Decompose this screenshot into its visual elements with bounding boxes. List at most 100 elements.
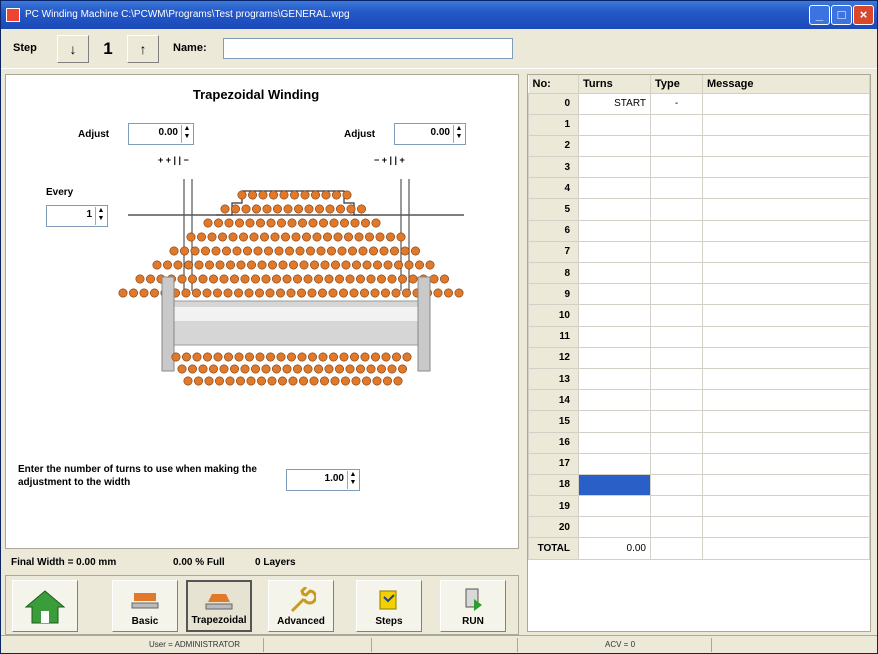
turns-cell[interactable] <box>578 113 651 136</box>
type-cell[interactable] <box>650 240 703 264</box>
message-cell[interactable] <box>702 325 870 348</box>
message-cell[interactable] <box>702 495 870 518</box>
table-row[interactable]: 13 <box>528 367 870 391</box>
type-cell[interactable] <box>650 177 703 200</box>
type-cell[interactable] <box>650 134 703 158</box>
turns-cell[interactable] <box>578 495 651 518</box>
message-cell[interactable] <box>702 177 870 200</box>
step-down-button[interactable]: ↓ <box>57 35 89 63</box>
turns-cell[interactable] <box>578 367 651 391</box>
message-cell[interactable] <box>702 134 870 158</box>
message-cell[interactable] <box>702 113 870 136</box>
turns-cell[interactable] <box>578 389 651 412</box>
maximize-button[interactable]: □ <box>831 5 852 25</box>
table-row[interactable]: 16 <box>528 431 870 454</box>
type-cell[interactable] <box>650 452 703 475</box>
type-cell[interactable] <box>650 198 703 221</box>
type-cell[interactable] <box>650 389 703 412</box>
turns-cell[interactable] <box>578 452 651 475</box>
table-row[interactable]: 5 <box>528 198 870 221</box>
steps-button[interactable]: Steps <box>356 580 422 632</box>
table-row[interactable]: 14 <box>528 389 870 412</box>
table-row[interactable]: 18 <box>528 473 870 497</box>
table-row[interactable]: 11 <box>528 325 870 348</box>
step-up-button[interactable]: ↑ <box>127 35 159 63</box>
turns-cell[interactable] <box>578 473 651 497</box>
message-cell[interactable] <box>702 156 870 179</box>
table-row[interactable]: 7 <box>528 240 870 264</box>
table-row[interactable]: 12 <box>528 346 870 369</box>
type-cell[interactable] <box>650 304 703 327</box>
turns-cell[interactable] <box>578 304 651 327</box>
table-row[interactable]: 9 <box>528 283 870 306</box>
message-cell[interactable] <box>702 367 870 391</box>
type-cell[interactable] <box>650 113 703 136</box>
table-row[interactable]: 8 <box>528 261 870 285</box>
basic-button[interactable]: Basic <box>112 580 178 632</box>
spinner-arrows-icon[interactable]: ▲ ▼ <box>181 125 192 143</box>
trapezoidal-button[interactable]: Trapezoidal <box>186 580 252 632</box>
turns-cell[interactable] <box>578 219 651 242</box>
type-cell[interactable] <box>650 431 703 454</box>
type-cell[interactable] <box>650 261 703 285</box>
turns-cell[interactable] <box>578 283 651 306</box>
type-cell[interactable] <box>650 346 703 369</box>
table-row[interactable]: 10 <box>528 304 870 327</box>
type-cell[interactable] <box>650 325 703 348</box>
name-input[interactable] <box>223 38 513 59</box>
table-row[interactable]: 19 <box>528 495 870 518</box>
turns-cell[interactable] <box>578 177 651 200</box>
adjust-right-spinner[interactable]: 0.00 ▲ ▼ <box>394 123 466 145</box>
type-cell[interactable] <box>650 473 703 497</box>
table-row[interactable]: 1 <box>528 113 870 136</box>
table-row[interactable]: 6 <box>528 219 870 242</box>
type-cell[interactable] <box>650 156 703 179</box>
turns-cell[interactable] <box>578 261 651 285</box>
advanced-button[interactable]: Advanced <box>268 580 334 632</box>
title-bar[interactable]: PC Winding Machine C:\PCWM\Programs\Test… <box>1 1 877 29</box>
table-row[interactable]: 2 <box>528 134 870 158</box>
message-cell[interactable] <box>702 346 870 369</box>
spinner-arrows-icon[interactable]: ▲ ▼ <box>347 471 358 489</box>
type-cell[interactable] <box>650 367 703 391</box>
message-cell[interactable] <box>702 219 870 242</box>
message-cell[interactable] <box>702 516 870 539</box>
table-row[interactable]: 17 <box>528 452 870 475</box>
type-cell[interactable] <box>650 516 703 539</box>
table-row[interactable]: 0 START - <box>528 92 870 115</box>
turns-cell[interactable] <box>578 516 651 539</box>
message-cell[interactable] <box>702 431 870 454</box>
minimize-button[interactable]: _ <box>809 5 830 25</box>
message-cell[interactable] <box>702 473 870 497</box>
turns-cell[interactable] <box>578 198 651 221</box>
type-cell[interactable]: - <box>650 92 703 115</box>
message-cell[interactable] <box>702 452 870 475</box>
turns-cell[interactable] <box>578 325 651 348</box>
turns-cell[interactable] <box>578 431 651 454</box>
spinner-arrows-icon[interactable]: ▲ ▼ <box>453 125 464 143</box>
home-button[interactable] <box>12 580 78 632</box>
type-cell[interactable] <box>650 283 703 306</box>
message-cell[interactable] <box>702 389 870 412</box>
table-row[interactable]: 3 <box>528 156 870 179</box>
message-cell[interactable] <box>702 261 870 285</box>
message-cell[interactable] <box>702 240 870 264</box>
message-cell[interactable] <box>702 92 870 115</box>
turns-cell[interactable] <box>578 240 651 264</box>
table-row[interactable]: 15 <box>528 410 870 433</box>
type-cell[interactable] <box>650 410 703 433</box>
spinner-arrows-icon[interactable]: ▲ ▼ <box>95 207 106 225</box>
turns-spinner[interactable]: 1.00 ▲ ▼ <box>286 469 360 491</box>
table-row[interactable]: 20 <box>528 516 870 539</box>
message-cell[interactable] <box>702 198 870 221</box>
turns-cell[interactable] <box>578 156 651 179</box>
close-button[interactable]: × <box>853 5 874 25</box>
type-cell[interactable] <box>650 219 703 242</box>
type-cell[interactable] <box>650 495 703 518</box>
turns-cell[interactable] <box>578 346 651 369</box>
run-button[interactable]: RUN <box>440 580 506 632</box>
turns-cell[interactable] <box>578 410 651 433</box>
message-cell[interactable] <box>702 410 870 433</box>
message-cell[interactable] <box>702 283 870 306</box>
message-cell[interactable] <box>702 304 870 327</box>
